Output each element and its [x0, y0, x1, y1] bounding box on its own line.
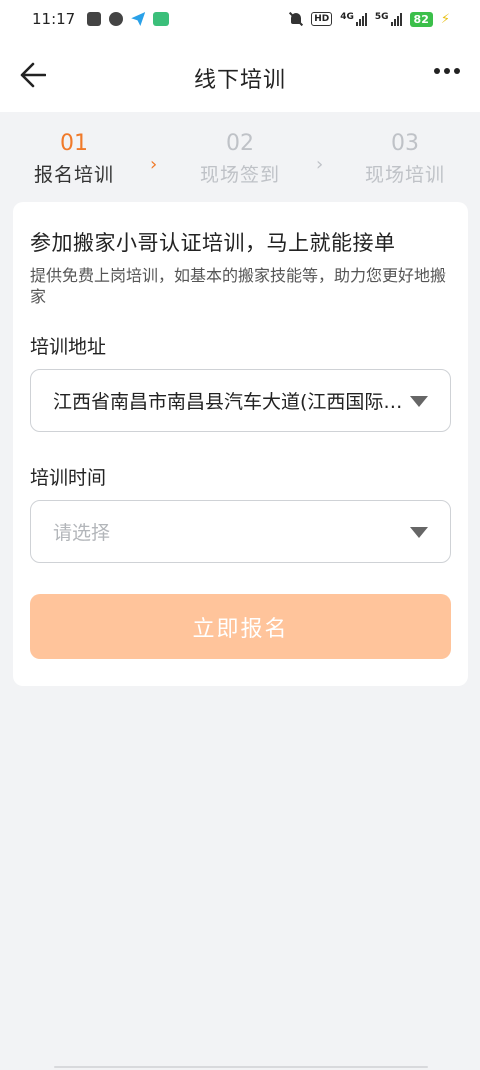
charging-icon: ⚡ [440, 11, 450, 27]
caret-down-icon [410, 527, 428, 538]
page-title: 线下培训 [193, 68, 286, 93]
step-1-number: 01 [60, 131, 88, 156]
status-left: 11:17 [32, 10, 170, 28]
send-notification-icon [131, 12, 146, 26]
time-label: 培训时间 [30, 467, 107, 489]
more-dot-icon [444, 68, 450, 74]
address-value: 江西省南昌市南昌县汽车大道(江西国际汽车城) [53, 391, 406, 413]
card-title: 参加搬家小哥认证培训，马上就能接单 [30, 231, 396, 255]
app-notification-icon [153, 12, 170, 26]
chevron-right-icon: › [150, 154, 158, 175]
step-2-label: 现场签到 [199, 164, 280, 186]
step-3-label: 现场培训 [364, 164, 445, 186]
signal-5g-icon: 5G [375, 12, 402, 26]
time-placeholder: 请选择 [53, 522, 111, 544]
register-button[interactable]: 立即报名 [30, 594, 451, 659]
step-indicator: 01 报名培训 › 02 现场签到 › 03 现场培训 [0, 112, 480, 202]
more-button[interactable] [434, 68, 460, 74]
status-bar: 11:17 HD 4G 5G 82 ⚡ [0, 0, 480, 38]
signal-4g-icon: 4G [340, 12, 367, 26]
nav-bar: 线下培训 [0, 38, 480, 112]
step-1-label: 报名培训 [33, 164, 114, 186]
step-1: 01 报名培训 [4, 130, 144, 187]
chevron-right-icon: › [316, 154, 324, 175]
card-description: 提供免费上岗培训，如基本的搬家技能等，助力您更好地搬家 [30, 266, 447, 306]
clock-notification-icon [109, 12, 124, 26]
mail-notification-icon [87, 12, 102, 26]
more-dot-icon [454, 68, 460, 74]
status-time: 11:17 [32, 10, 76, 28]
mute-icon [289, 12, 303, 26]
caret-down-icon [410, 396, 428, 407]
time-select[interactable]: 请选择 [30, 500, 451, 563]
home-indicator[interactable] [54, 1066, 428, 1068]
address-label: 培训地址 [30, 336, 107, 358]
signal-5g-label: 5G [374, 12, 389, 22]
step-2-number: 02 [226, 131, 254, 156]
hd-badge: HD [311, 12, 333, 26]
registration-card: 参加搬家小哥认证培训，马上就能接单 提供免费上岗培训，如基本的搬家技能等，助力您… [13, 202, 468, 686]
battery-indicator: 82 [409, 11, 433, 27]
step-3: 03 现场培训 [335, 130, 475, 187]
more-dot-icon [434, 68, 440, 74]
step-3-number: 03 [391, 131, 419, 156]
step-2: 02 现场签到 [170, 130, 310, 187]
signal-4g-label: 4G [340, 12, 354, 22]
status-right: HD 4G 5G 82 ⚡ [289, 11, 450, 27]
address-select[interactable]: 江西省南昌市南昌县汽车大道(江西国际汽车城) [30, 369, 451, 432]
